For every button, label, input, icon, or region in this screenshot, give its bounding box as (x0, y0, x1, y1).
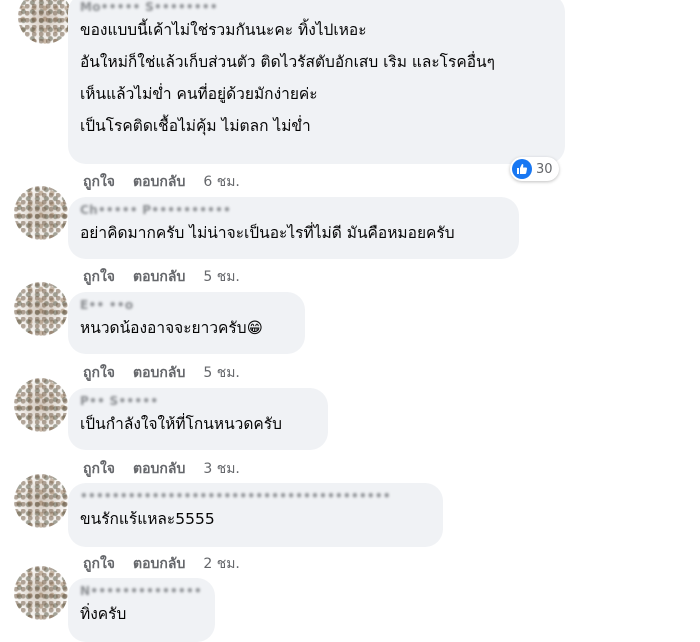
avatar[interactable] (14, 186, 68, 240)
avatar[interactable] (14, 378, 68, 432)
timestamp[interactable]: 6 ชม. (203, 171, 240, 193)
reply-button[interactable]: ตอบกลับ (133, 171, 185, 193)
avatar[interactable] (18, 0, 72, 44)
comment-author[interactable]: Ch••••• P•••••••••• (80, 203, 507, 221)
like-button[interactable]: ถูกใจ (83, 362, 115, 384)
thumbs-up-icon (512, 159, 532, 179)
comment-author[interactable]: N•••••••••••••• (80, 584, 203, 602)
comment-bubble: Mo••••• S•••••••• ของแบบนี้เค้าไม่ใช่รวม… (68, 0, 565, 164)
reply-button[interactable]: ตอบกลับ (133, 266, 185, 288)
comment-text: ทิ่งครับ (80, 605, 127, 623)
comment-text: หนวดน้องอาจจะยาวครับ😁 (80, 319, 263, 337)
comment-text: เห็นแล้วไม่ข่ำ คนที่อยู่ด้วยมักง่ายค่ะ (80, 85, 318, 103)
comment-text: ของแบบนี้เค้าไม่ใช่รวมกันนะคะ ทิ้งไปเหอะ (80, 21, 367, 39)
comment-actions: ถูกใจ ตอบกลับ 6 ชม. (83, 171, 240, 193)
like-button[interactable]: ถูกใจ (83, 553, 115, 575)
reply-button[interactable]: ตอบกลับ (133, 553, 185, 575)
comment-bubble: N•••••••••••••• ทิ่งครับ (68, 578, 215, 642)
comment-text: เป็นกำลังใจให้ที่โกนหนวดครับ (80, 415, 282, 433)
reaction-count: 30 (536, 161, 553, 177)
timestamp[interactable]: 5 ชม. (203, 266, 240, 288)
like-button[interactable]: ถูกใจ (83, 266, 115, 288)
avatar[interactable] (14, 566, 68, 620)
timestamp[interactable]: 2 ชม. (203, 553, 240, 575)
reaction-count-badge[interactable]: 30 (510, 157, 559, 181)
comment-text: ขนรักแร้แหละ5555 (80, 510, 215, 528)
reply-button[interactable]: ตอบกลับ (133, 362, 185, 384)
comment-author[interactable]: P•• S••••• (80, 394, 316, 412)
like-button[interactable]: ถูกใจ (83, 458, 115, 480)
comment-author[interactable]: ••••••••••••••••••••••••••••••••••••••• (80, 489, 431, 507)
comment-actions: ถูกใจ ตอบกลับ 2 ชม. (83, 553, 240, 575)
comment-actions: ถูกใจ ตอบกลับ 5 ชม. (83, 266, 240, 288)
reply-button[interactable]: ตอบกลับ (133, 458, 185, 480)
comment-text: อันใหม่ก็ใช่แล้วเก็บส่วนตัว ติดไวรัสตับอ… (80, 53, 495, 71)
comment-actions: ถูกใจ ตอบกลับ 3 ชม. (83, 458, 240, 480)
comment-text: อย่าคิดมากครับ ไม่น่าจะเป็นอะไรที่ไม่ดี … (80, 224, 455, 242)
avatar[interactable] (14, 282, 68, 336)
comment-author[interactable]: Mo••••• S•••••••• (80, 0, 553, 18)
avatar[interactable] (14, 474, 68, 528)
comment-bubble: Ch••••• P•••••••••• อย่าคิดมากครับ ไม่น่… (68, 197, 519, 259)
timestamp[interactable]: 3 ชม. (203, 458, 240, 480)
comment-bubble: P•• S••••• เป็นกำลังใจให้ที่โกนหนวดครับ (68, 388, 328, 450)
comment-bubble: ••••••••••••••••••••••••••••••••••••••• … (68, 483, 443, 547)
comment-actions: ถูกใจ ตอบกลับ 5 ชม. (83, 362, 240, 384)
comment-text: เป็นโรคติดเชื้อไม่คุ้ม ไม่ตลก ไม่ข่ำ (80, 117, 311, 135)
comment-bubble: E•• ••o หนวดน้องอาจจะยาวครับ😁 (68, 292, 305, 354)
comment-author[interactable]: E•• ••o (80, 298, 293, 316)
timestamp[interactable]: 5 ชม. (203, 362, 240, 384)
like-button[interactable]: ถูกใจ (83, 171, 115, 193)
